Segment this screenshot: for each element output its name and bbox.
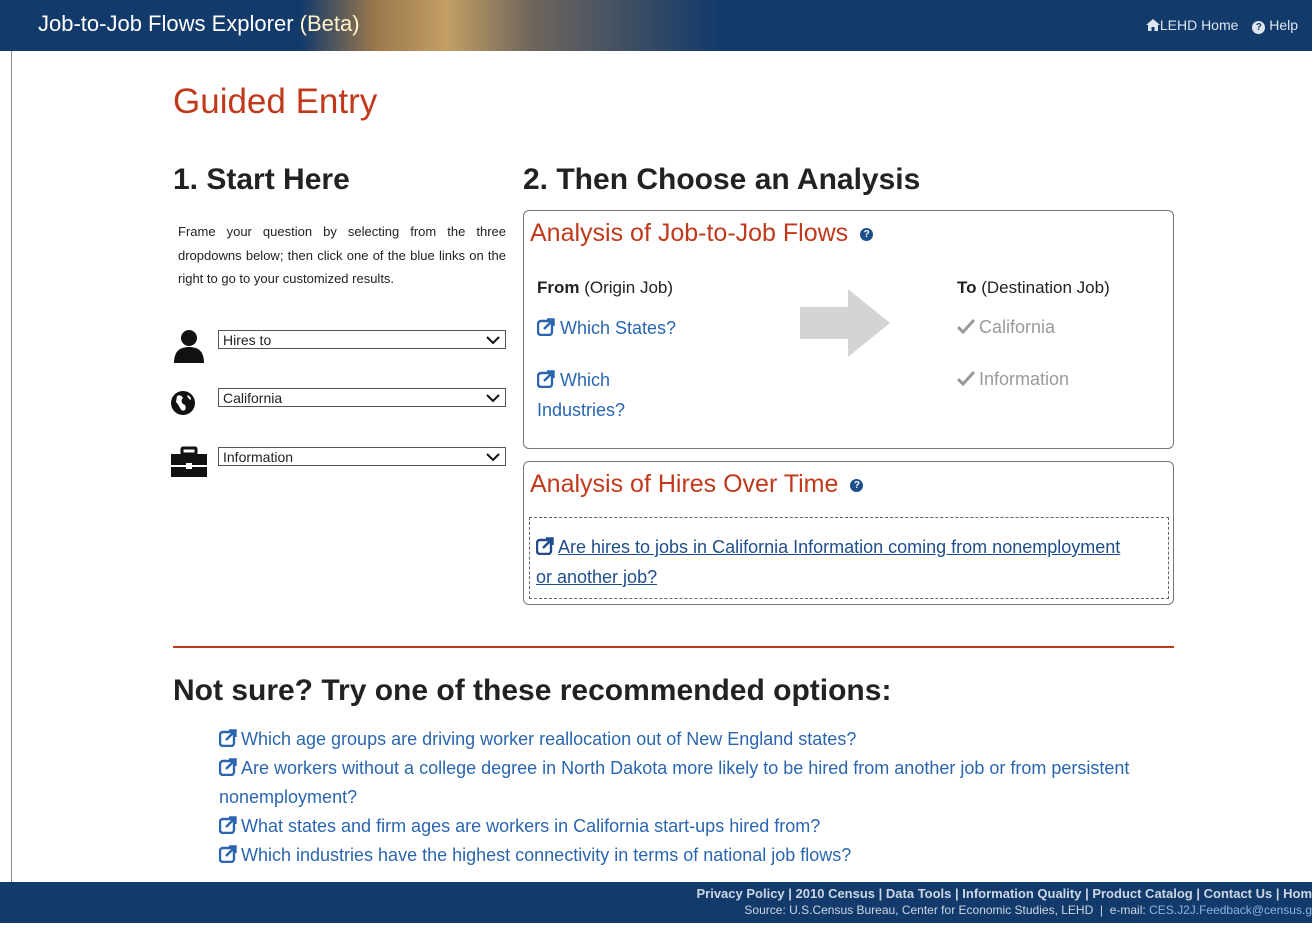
section-divider (173, 646, 1174, 648)
beta-label: (Beta) (299, 11, 360, 36)
external-link-icon (537, 318, 555, 336)
recommended-label-3: What states and firm ages are workers in… (241, 816, 821, 836)
recommended-list: Which age groups are driving worker real… (219, 725, 1179, 870)
privacy-policy-link[interactable]: Privacy Policy (696, 886, 784, 901)
which-states-label: Which States? (560, 318, 677, 338)
information-quality-link[interactable]: Information Quality (962, 886, 1081, 901)
hires-question-label: Are hires to jobs in California Informat… (536, 537, 1121, 587)
person-icon (174, 330, 204, 363)
hires-over-time-panel: Analysis of Hires Over Time? Are hires t… (523, 461, 1174, 605)
help-label: Help (1269, 17, 1298, 33)
contact-us-link[interactable]: Contact Us (1204, 886, 1273, 901)
which-states-link[interactable]: Which States? (537, 313, 676, 343)
footer-bar: Privacy Policy | 2010 Census | Data Tool… (0, 882, 1312, 923)
dropdown-row-geography: California (170, 387, 510, 421)
page-title: Guided Entry (173, 82, 378, 121)
product-catalog-link[interactable]: Product Catalog (1092, 886, 1192, 901)
home-link[interactable]: Hom (1283, 886, 1312, 901)
destination-industry: Information (957, 369, 1069, 390)
destination-state-label: California (979, 317, 1056, 337)
briefcase-icon (171, 446, 207, 477)
flow-type-select[interactable]: Hires to (218, 330, 506, 349)
step2-heading: 2. Then Choose an Analysis (523, 163, 921, 196)
to-rest: (Destination Job) (976, 278, 1110, 297)
arrow-right-icon (800, 289, 890, 357)
lehd-home-label: LEHD Home (1159, 17, 1239, 33)
chevron-down-icon (486, 453, 500, 462)
lehd-home-link[interactable]: LEHD Home (1145, 17, 1242, 33)
external-link-icon (219, 758, 237, 776)
app-title-text: Job-to-Job Flows Explorer (38, 11, 294, 36)
data-tools-link[interactable]: Data Tools (886, 886, 952, 901)
recommended-label-1: Which age groups are driving worker real… (241, 729, 857, 749)
destination-state: California (957, 317, 1055, 338)
top-links: LEHD Home ? Help (1145, 17, 1298, 34)
checkmark-icon (957, 318, 975, 334)
app-title: Job-to-Job Flows Explorer (Beta) (38, 11, 360, 37)
footer-source: Source: U.S.Census Bureau, Center for Ec… (744, 903, 1312, 917)
industry-select[interactable]: Information (218, 447, 506, 466)
hires-panel-title: Analysis of Hires Over Time? (530, 470, 864, 499)
j2j-title-text: Analysis of Job-to-Job Flows (530, 219, 849, 247)
email-label: e-mail: (1109, 903, 1146, 917)
globe-icon (171, 391, 195, 415)
flow-type-value: Hires to (223, 332, 272, 348)
geography-select[interactable]: California (218, 388, 506, 407)
feedback-email-link[interactable]: CES.J2J.Feedback@census.g (1149, 903, 1312, 917)
recommended-link-1[interactable]: Which age groups are driving worker real… (219, 725, 1179, 754)
external-link-icon (219, 816, 237, 834)
recommended-heading: Not sure? Try one of these recommended o… (173, 674, 892, 707)
recommended-link-3[interactable]: What states and firm ages are workers in… (219, 812, 1179, 841)
census-2010-link[interactable]: 2010 Census (796, 886, 876, 901)
geography-value: California (223, 390, 283, 406)
hires-question-link[interactable]: Are hires to jobs in California Informat… (536, 532, 1136, 592)
j2j-flows-panel: Analysis of Job-to-Job Flows? From (Orig… (523, 210, 1174, 449)
checkmark-icon (957, 370, 975, 386)
which-industries-link[interactable]: Which Industries? (537, 365, 657, 425)
from-bold: From (537, 278, 580, 297)
industry-value: Information (223, 449, 294, 465)
destination-industry-label: Information (979, 369, 1070, 389)
dropdown-row-industry: Information (170, 446, 510, 480)
chevron-down-icon (486, 336, 500, 345)
to-bold: To (957, 278, 977, 297)
chevron-down-icon (486, 394, 500, 403)
from-rest: (Origin Job) (579, 278, 674, 297)
banner-image (300, 0, 720, 51)
recommended-label-4: Which industries have the highest connec… (241, 845, 852, 865)
hires-title-text: Analysis of Hires Over Time (530, 470, 839, 498)
external-link-icon (219, 729, 237, 747)
j2j-panel-title: Analysis of Job-to-Job Flows? (530, 219, 874, 248)
header-bar: Job-to-Job Flows Explorer (Beta) LEHD Ho… (0, 0, 1312, 51)
external-link-icon (537, 370, 555, 388)
recommended-label-2: Are workers without a college degree in … (219, 758, 1130, 807)
recommended-link-2[interactable]: Are workers without a college degree in … (219, 754, 1164, 812)
to-label: To (Destination Job) (957, 278, 1110, 298)
dropdown-row-flow-type: Hires to (170, 329, 510, 363)
footer-links: Privacy Policy | 2010 Census | Data Tool… (696, 886, 1312, 901)
left-border (11, 51, 12, 882)
step1-heading: 1. Start Here (173, 163, 350, 196)
external-link-icon (219, 845, 237, 863)
question-icon[interactable]: ? (860, 228, 874, 241)
recommended-link-4[interactable]: Which industries have the highest connec… (219, 841, 1179, 870)
from-label: From (Origin Job) (537, 278, 673, 298)
external-link-icon (536, 537, 554, 555)
help-icon: ? (1252, 21, 1266, 34)
source-text: Source: U.S.Census Bureau, Center for Ec… (744, 903, 1094, 917)
instructions-text: Frame your question by selecting from th… (178, 224, 506, 286)
hires-question-box: Are hires to jobs in California Informat… (529, 517, 1169, 599)
home-icon (1145, 19, 1160, 31)
help-link[interactable]: ? Help (1242, 17, 1298, 34)
question-icon[interactable]: ? (850, 479, 864, 492)
